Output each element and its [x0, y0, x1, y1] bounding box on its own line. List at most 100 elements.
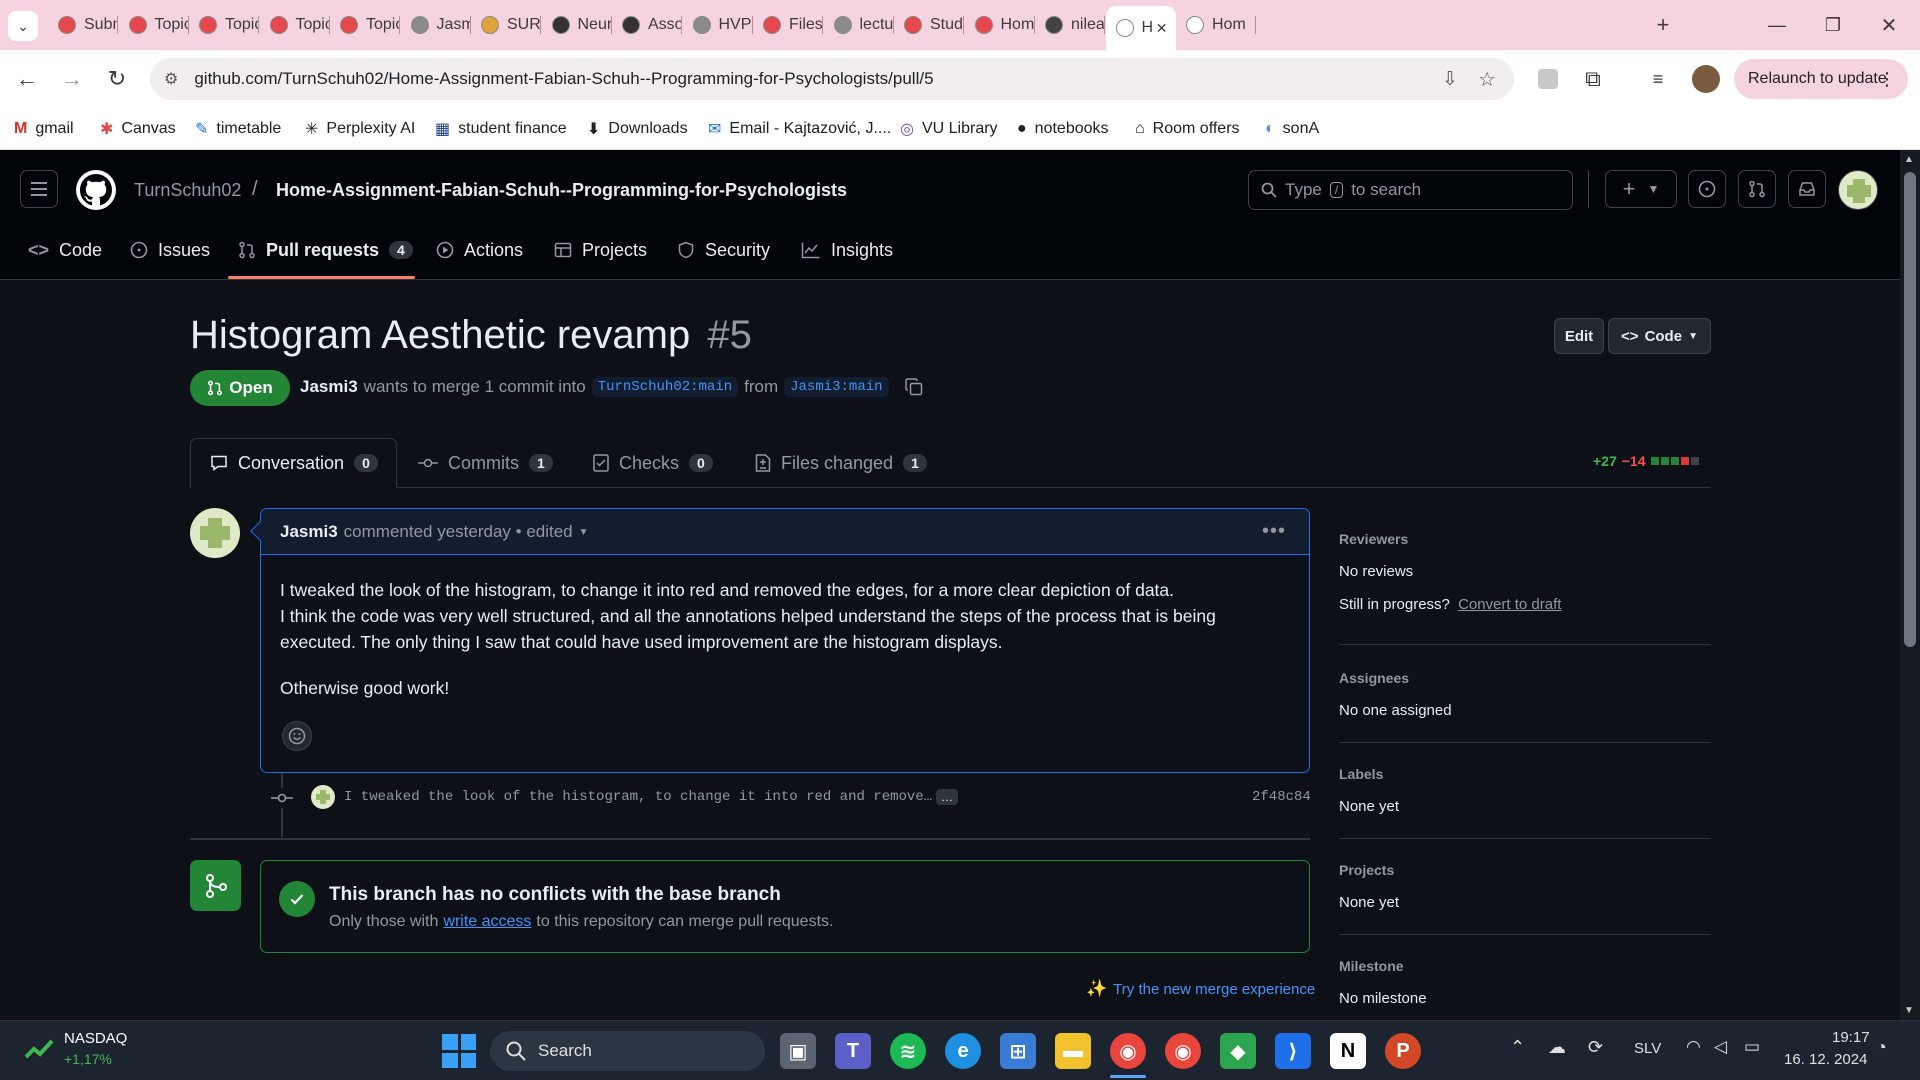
- code-dropdown-button[interactable]: <> Code ▼: [1608, 318, 1711, 354]
- install-app-icon[interactable]: ⇩: [1442, 68, 1458, 91]
- bookmark-item[interactable]: ✉ Email - Kajtazović, J....: [708, 116, 891, 142]
- nav-projects[interactable]: Projects: [554, 234, 647, 266]
- ticker-name[interactable]: NASDAQ: [64, 1030, 127, 1047]
- tab-conversation[interactable]: Conversation 0: [210, 438, 378, 488]
- close-window-button[interactable]: ✕: [1874, 10, 1904, 40]
- reload-icon[interactable]: ↻: [102, 64, 132, 94]
- kebab-menu-icon[interactable]: •••: [1262, 520, 1286, 543]
- browser-tab[interactable]: Topic: [330, 7, 400, 43]
- tab-checks[interactable]: Checks 0: [593, 438, 713, 488]
- back-icon[interactable]: ←: [12, 64, 42, 94]
- site-info-icon[interactable]: ⚙: [164, 69, 178, 89]
- browser-tab[interactable]: Files: [753, 7, 823, 43]
- address-bar[interactable]: ⚙ github.com/TurnSchuh02/Home-Assignment…: [150, 58, 1514, 100]
- new-tab-button[interactable]: +: [1648, 10, 1678, 40]
- battery-icon[interactable]: ▭: [1744, 1037, 1760, 1057]
- browser-tab[interactable]: Topic: [189, 7, 259, 43]
- bookmark-item[interactable]: ◎ VU Library: [900, 116, 998, 142]
- assignees-heading[interactable]: Assignees: [1339, 670, 1409, 686]
- restore-button[interactable]: ❐: [1818, 10, 1848, 40]
- url-text[interactable]: github.com/TurnSchuh02/Home-Assignment-F…: [194, 69, 933, 89]
- bookmark-item[interactable]: ▦ student finance: [435, 116, 567, 142]
- reviewers-heading[interactable]: Reviewers: [1339, 531, 1408, 547]
- more-menu-icon[interactable]: ⋮: [1878, 69, 1896, 90]
- repo-name-link[interactable]: Home-Assignment-Fabian-Schuh--Programmin…: [276, 180, 847, 201]
- create-new-button[interactable]: + ▼: [1605, 170, 1677, 208]
- bookmark-item[interactable]: ✱ Canvas: [100, 116, 176, 142]
- browser-tab[interactable]: nilea: [1035, 7, 1105, 43]
- browser-tab[interactable]: lectu: [824, 7, 894, 43]
- close-tab-icon[interactable]: ✕: [1156, 20, 1168, 37]
- pull-requests-icon[interactable]: [1738, 170, 1776, 208]
- bookmark-item[interactable]: ● notebooks: [1017, 116, 1109, 142]
- app-icon[interactable]: ◆: [1220, 1033, 1256, 1069]
- github-logo-icon[interactable]: [76, 170, 116, 210]
- media-control-icon[interactable]: ≡: [1643, 64, 1673, 94]
- extension-icon[interactable]: [1533, 64, 1563, 94]
- scrollbar-thumb[interactable]: [1904, 172, 1916, 647]
- nav-actions[interactable]: Actions: [436, 234, 523, 266]
- scroll-down-arrow[interactable]: ▼: [1904, 1005, 1914, 1016]
- browser-tab[interactable]: Topic: [119, 7, 189, 43]
- base-branch[interactable]: TurnSchuh02:main: [591, 377, 739, 397]
- user-avatar[interactable]: [1838, 170, 1878, 210]
- projects-heading[interactable]: Projects: [1339, 862, 1394, 878]
- issues-icon[interactable]: [1688, 170, 1726, 208]
- inbox-icon[interactable]: [1788, 170, 1826, 208]
- minimize-button[interactable]: —: [1762, 10, 1792, 40]
- commit-sha-link[interactable]: 2f48c84: [1252, 789, 1311, 805]
- nav-pull-requests[interactable]: Pull requests 4: [238, 234, 413, 266]
- chrome-icon[interactable]: ◉: [1110, 1033, 1146, 1069]
- browser-tab[interactable]: Hom: [965, 7, 1035, 43]
- commit-author-avatar[interactable]: [311, 785, 335, 809]
- bookmark-item[interactable]: Mgmail: [14, 116, 74, 142]
- teams-icon[interactable]: T: [835, 1033, 871, 1069]
- add-reaction-button[interactable]: [282, 721, 312, 751]
- edge-icon[interactable]: e: [945, 1033, 981, 1069]
- browser-tab[interactable]: HVP2: [683, 7, 753, 43]
- edit-button[interactable]: Edit: [1554, 318, 1604, 354]
- nav-insights[interactable]: Insights: [801, 234, 893, 266]
- taskbar-search[interactable]: Search: [490, 1031, 765, 1071]
- nav-issues[interactable]: Issues: [130, 234, 210, 266]
- notification-bell-icon[interactable]: ◔: [1876, 1037, 1887, 1058]
- browser-tab[interactable]: Neur: [542, 7, 612, 43]
- browser-tab[interactable]: Study: [894, 7, 964, 43]
- repo-owner-link[interactable]: TurnSchuh02: [134, 180, 241, 201]
- volume-icon[interactable]: ◁: [1714, 1037, 1727, 1057]
- cloud-icon[interactable]: ☁: [1548, 1037, 1566, 1058]
- page-scrollbar[interactable]: ▲ ▼: [1900, 150, 1920, 1020]
- clock-date[interactable]: 16. 12. 2024: [1784, 1051, 1867, 1068]
- commit-message-link[interactable]: I tweaked the look of the histogram, to …: [344, 789, 932, 805]
- spotify-icon[interactable]: ≋: [890, 1033, 926, 1069]
- pr-author-link[interactable]: Jasmi3: [300, 377, 358, 397]
- copy-icon[interactable]: [904, 378, 923, 396]
- powerpoint-icon[interactable]: P: [1385, 1033, 1421, 1069]
- windows-start-icon[interactable]: [442, 1034, 476, 1068]
- browser-tab[interactable]: Jasm: [401, 7, 471, 43]
- bookmark-item[interactable]: ⬇ Downloads: [587, 116, 688, 142]
- browser-tab-active[interactable]: H ✕: [1105, 6, 1176, 50]
- extensions-puzzle-icon[interactable]: ⧉: [1578, 64, 1608, 94]
- bookmark-item[interactable]: ✎ timetable: [195, 116, 281, 142]
- scroll-up-arrow[interactable]: ▲: [1904, 154, 1914, 165]
- bookmark-star-icon[interactable]: ☆: [1478, 67, 1496, 92]
- language-indicator[interactable]: SLV: [1634, 1040, 1661, 1057]
- relaunch-button[interactable]: Relaunch to update ⋮: [1734, 59, 1908, 99]
- nav-code[interactable]: <> Code: [28, 234, 102, 266]
- browser-tab[interactable]: Asso: [612, 7, 682, 43]
- caret-down-icon[interactable]: ▼: [579, 527, 589, 538]
- tab-commits[interactable]: Commits 1: [418, 438, 553, 488]
- clock-time[interactable]: 19:17: [1832, 1029, 1870, 1046]
- convert-to-draft-link[interactable]: Convert to draft: [1458, 596, 1561, 613]
- task-view-icon[interactable]: ▣: [780, 1033, 816, 1069]
- tab-files-changed[interactable]: Files changed 1: [755, 438, 927, 488]
- browser-tab[interactable]: SURF: [471, 7, 541, 43]
- bookmark-item[interactable]: ◐ sonA: [1265, 116, 1319, 142]
- comment-author-link[interactable]: Jasmi3: [280, 522, 338, 542]
- chevron-up-icon[interactable]: ⌃: [1510, 1037, 1525, 1058]
- head-branch[interactable]: Jasmi3:main: [784, 377, 889, 397]
- milestone-heading[interactable]: Milestone: [1339, 958, 1404, 974]
- write-access-link[interactable]: write access: [443, 913, 531, 931]
- sync-icon[interactable]: ⟳: [1588, 1037, 1603, 1058]
